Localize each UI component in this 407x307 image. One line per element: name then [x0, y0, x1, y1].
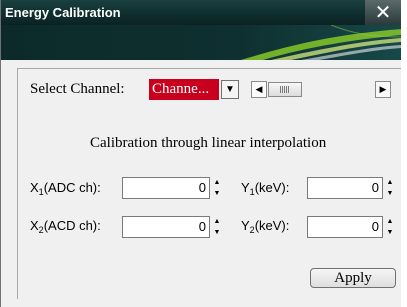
y1-stepper[interactable]: ▲ ▼ — [384, 177, 396, 199]
scroll-thumb[interactable] — [268, 82, 302, 97]
x2-label-prefix: X — [30, 218, 39, 233]
scroll-right-button[interactable]: ▶ — [375, 81, 391, 98]
x1-stepper[interactable]: ▲ ▼ — [211, 177, 223, 199]
x1-increment-button[interactable]: ▲ — [211, 177, 223, 188]
x2-stepper[interactable]: ▲ ▼ — [211, 216, 223, 238]
y2-spinner[interactable]: 0 ▲ ▼ — [307, 216, 395, 238]
x2-spinner[interactable]: 0 ▲ ▼ — [122, 216, 222, 238]
y1-increment-button[interactable]: ▲ — [384, 177, 396, 188]
y1-label-suffix: (keV): — [254, 180, 290, 195]
channel-select-value[interactable]: Channe... — [149, 79, 219, 100]
y2-stepper[interactable]: ▲ ▼ — [384, 216, 396, 238]
y1-label: Y1(keV): — [241, 180, 289, 197]
apply-button[interactable]: Apply — [310, 268, 396, 288]
x1-label-prefix: X — [30, 180, 39, 195]
y1-decrement-button[interactable]: ▼ — [384, 188, 396, 199]
x1-input[interactable]: 0 — [122, 177, 210, 199]
x2-input[interactable]: 0 — [122, 216, 210, 238]
channel-scrollbar[interactable]: ◀ ▶ — [251, 81, 391, 98]
x1-label: X1(ADC ch): — [30, 180, 101, 197]
header-banner — [1, 25, 401, 60]
caret-down-icon: ▼ — [386, 229, 394, 236]
caret-down-icon: ▼ — [213, 190, 221, 197]
select-channel-label: Select Channel: — [30, 81, 125, 97]
y1-label-prefix: Y — [241, 180, 250, 195]
x2-increment-button[interactable]: ▲ — [211, 216, 223, 227]
caret-up-icon: ▲ — [213, 218, 221, 225]
chevron-down-icon: ▼ — [225, 84, 235, 95]
caret-up-icon: ▲ — [386, 218, 394, 225]
channel-dropdown-button[interactable]: ▼ — [221, 80, 239, 99]
y2-label: Y2(keV): — [241, 218, 289, 235]
x1-decrement-button[interactable]: ▼ — [211, 188, 223, 199]
y1-input[interactable]: 0 — [307, 177, 383, 199]
banner-graphic — [1, 25, 401, 60]
y1-spinner[interactable]: 0 ▲ ▼ — [307, 177, 395, 199]
channel-select[interactable]: Channe... ▼ — [149, 79, 239, 100]
energy-calibration-window: Energy Calibration ✕ Select Channel: Cha… — [0, 0, 401, 307]
y2-input[interactable]: 0 — [307, 216, 383, 238]
window-title: Energy Calibration — [5, 5, 121, 20]
y2-increment-button[interactable]: ▲ — [384, 216, 396, 227]
caret-down-icon: ▼ — [386, 190, 394, 197]
x1-spinner[interactable]: 0 ▲ ▼ — [122, 177, 222, 199]
caret-up-icon: ▲ — [386, 179, 394, 186]
x2-decrement-button[interactable]: ▼ — [211, 227, 223, 238]
y2-decrement-button[interactable]: ▼ — [384, 227, 396, 238]
x2-label: X2(ACD ch): — [30, 218, 101, 235]
arrow-left-icon: ◀ — [255, 84, 263, 94]
caret-up-icon: ▲ — [213, 179, 221, 186]
caret-down-icon: ▼ — [213, 229, 221, 236]
section-heading: Calibration through linear interpolation — [90, 135, 327, 151]
x1-label-suffix: (ADC ch): — [43, 180, 101, 195]
close-icon: ✕ — [374, 0, 392, 24]
arrow-right-icon: ▶ — [379, 84, 387, 94]
x2-label-suffix: (ACD ch): — [43, 218, 101, 233]
y2-label-suffix: (keV): — [254, 218, 290, 233]
y2-label-prefix: Y — [241, 218, 250, 233]
close-button[interactable]: ✕ — [365, 0, 401, 25]
scroll-left-button[interactable]: ◀ — [251, 81, 267, 98]
title-bar[interactable]: Energy Calibration ✕ — [1, 0, 401, 25]
grip-icon — [280, 86, 290, 93]
